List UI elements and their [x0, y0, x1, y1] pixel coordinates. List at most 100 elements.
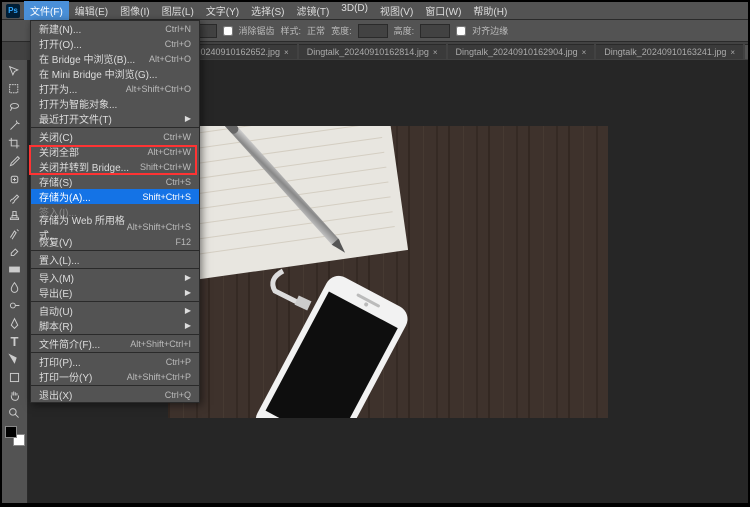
menu-item-label: 新建(N)... [39, 21, 81, 36]
eyedropper-tool-icon[interactable] [5, 152, 25, 170]
menu-item[interactable]: 文件简介(F)...Alt+Shift+Ctrl+I [31, 336, 199, 351]
menu-item-label: 脚本(R) [39, 318, 73, 333]
move-tool-icon[interactable] [5, 62, 25, 80]
menu-item[interactable]: 编辑(E) [69, 1, 114, 20]
chevron-right-icon: ▶ [185, 273, 191, 282]
color-swatches[interactable] [5, 426, 25, 446]
menu-item-shortcut: Ctrl+S [166, 177, 191, 187]
menu-item[interactable]: 关闭(C)Ctrl+W [31, 129, 199, 144]
menu-item-shortcut: Alt+Ctrl+W [147, 147, 191, 157]
menu-item[interactable]: 窗口(W) [419, 1, 467, 20]
menu-separator [31, 301, 199, 302]
document-tab[interactable]: Dingtalk_20240910162904.jpg× [448, 44, 595, 59]
menu-item[interactable]: 在 Bridge 中浏览(B)...Alt+Ctrl+O [31, 51, 199, 66]
menu-separator [31, 385, 199, 386]
history-brush-tool-icon[interactable] [5, 224, 25, 242]
close-icon[interactable]: × [582, 48, 587, 57]
menu-item[interactable]: 关闭并转到 Bridge...Shift+Ctrl+W [31, 159, 199, 174]
antialias-label: 消除锯齿 [239, 24, 275, 37]
menu-item-shortcut: Ctrl+O [165, 39, 191, 49]
chevron-right-icon: ▶ [185, 321, 191, 330]
menu-item[interactable]: 文件(F) [24, 1, 69, 20]
brush-tool-icon[interactable] [5, 188, 25, 206]
lasso-tool-icon[interactable] [5, 98, 25, 116]
menu-item-label: 打印一份(Y) [39, 369, 92, 384]
menu-item[interactable]: 滤镜(T) [291, 1, 336, 20]
menu-item[interactable]: 关闭全部Alt+Ctrl+W [31, 144, 199, 159]
menu-item-label: 打开为智能对象... [39, 96, 117, 111]
menu-item[interactable]: 打开为...Alt+Shift+Ctrl+O [31, 81, 199, 96]
document-tab[interactable]: Dingtalk_20240910163241.jpg× [596, 44, 743, 59]
hand-tool-icon[interactable] [5, 386, 25, 404]
menu-item[interactable]: 存储为(A)... Shift+Ctrl+S [31, 189, 199, 204]
menu-item-shortcut: Ctrl+P [166, 357, 191, 367]
zoom-tool-icon[interactable] [5, 404, 25, 422]
chevron-right-icon: ▶ [185, 288, 191, 297]
type-tool-icon[interactable]: T [5, 332, 25, 350]
menu-item[interactable]: 图像(I) [114, 1, 155, 20]
menu-separator [31, 250, 199, 251]
menu-item[interactable]: 打开(O)... Ctrl+O [31, 36, 199, 51]
menu-item[interactable]: 自动(U)▶ [31, 303, 199, 318]
refine-checkbox[interactable] [456, 26, 466, 36]
menu-item-label: 关闭(C) [39, 129, 73, 144]
menu-item[interactable]: 存储为 Web 所用格式...Alt+Shift+Ctrl+S [31, 219, 199, 234]
menu-item[interactable]: 导出(E)▶ [31, 285, 199, 300]
menu-item-shortcut: Shift+Ctrl+W [140, 162, 191, 172]
menu-item[interactable]: 视图(V) [374, 1, 419, 20]
menu-item-label: 打开(O)... [39, 36, 82, 51]
refine-label: 对齐边缘 [472, 24, 508, 37]
document-tab[interactable]: Dingtalk_20240910162814.jpg× [299, 44, 446, 59]
menu-item[interactable]: 文字(Y) [200, 1, 245, 20]
menu-item-label: 打印(P)... [39, 354, 81, 369]
menu-item-label: 存储为(A)... [39, 189, 91, 204]
menu-item-label: 打开为... [39, 81, 77, 96]
menu-item[interactable]: 置入(L)... [31, 252, 199, 267]
ps-logo: Ps [6, 4, 20, 18]
gradient-tool-icon[interactable] [5, 260, 25, 278]
style-value[interactable]: 正常 [307, 24, 325, 37]
menu-item-label: 在 Mini Bridge 中浏览(G)... [39, 66, 157, 81]
blur-tool-icon[interactable] [5, 278, 25, 296]
menu-item-shortcut: F12 [175, 237, 191, 247]
marquee-tool-icon[interactable] [5, 80, 25, 98]
stamp-tool-icon[interactable] [5, 206, 25, 224]
menu-item[interactable]: 最近打开文件(T)▶ [31, 111, 199, 126]
height-input[interactable] [420, 24, 450, 38]
menu-item[interactable]: 选择(S) [245, 1, 290, 20]
menu-item[interactable]: 帮助(H) [467, 1, 513, 20]
menu-item-label: 退出(X) [39, 387, 72, 402]
menu-item[interactable]: 在 Mini Bridge 中浏览(G)... [31, 66, 199, 81]
dodge-tool-icon[interactable] [5, 296, 25, 314]
fg-color-swatch[interactable] [5, 426, 17, 438]
wand-tool-icon[interactable] [5, 116, 25, 134]
menu-item[interactable]: 存储(S)Ctrl+S [31, 174, 199, 189]
menu-item[interactable]: 打开为智能对象... [31, 96, 199, 111]
heal-tool-icon[interactable] [5, 170, 25, 188]
document-tab[interactable]: apple-i× [745, 44, 748, 59]
menu-item-shortcut: Alt+Shift+Ctrl+S [127, 222, 191, 232]
menu-item-label: 最近打开文件(T) [39, 111, 112, 126]
shape-tool-icon[interactable] [5, 368, 25, 386]
menu-item[interactable]: 打印一份(Y)Alt+Shift+Ctrl+P [31, 369, 199, 384]
menu-separator [31, 127, 199, 128]
antialias-checkbox[interactable] [223, 26, 233, 36]
close-icon[interactable]: × [433, 48, 438, 57]
menu-item[interactable]: 打印(P)... Ctrl+P [31, 354, 199, 369]
menu-item[interactable]: 图层(L) [156, 1, 200, 20]
menu-item-shortcut: Shift+Ctrl+S [142, 192, 191, 202]
close-icon[interactable]: × [730, 48, 735, 57]
width-input[interactable] [358, 24, 388, 38]
crop-tool-icon[interactable] [5, 134, 25, 152]
menu-item[interactable]: 新建(N)...Ctrl+N [31, 21, 199, 36]
eraser-tool-icon[interactable] [5, 242, 25, 260]
menu-item[interactable]: 脚本(R) ▶ [31, 318, 199, 333]
path-tool-icon[interactable] [5, 350, 25, 368]
pen-tool-icon[interactable] [5, 314, 25, 332]
menubar: Ps 文件(F)编辑(E)图像(I)图层(L)文字(Y)选择(S)滤镜(T)3D… [2, 2, 748, 20]
menu-item[interactable]: 3D(D) [335, 1, 374, 20]
menu-item[interactable]: 导入(M)▶ [31, 270, 199, 285]
document-image [168, 126, 608, 418]
menu-item[interactable]: 退出(X)Ctrl+Q [31, 387, 199, 402]
close-icon[interactable]: × [284, 48, 289, 57]
